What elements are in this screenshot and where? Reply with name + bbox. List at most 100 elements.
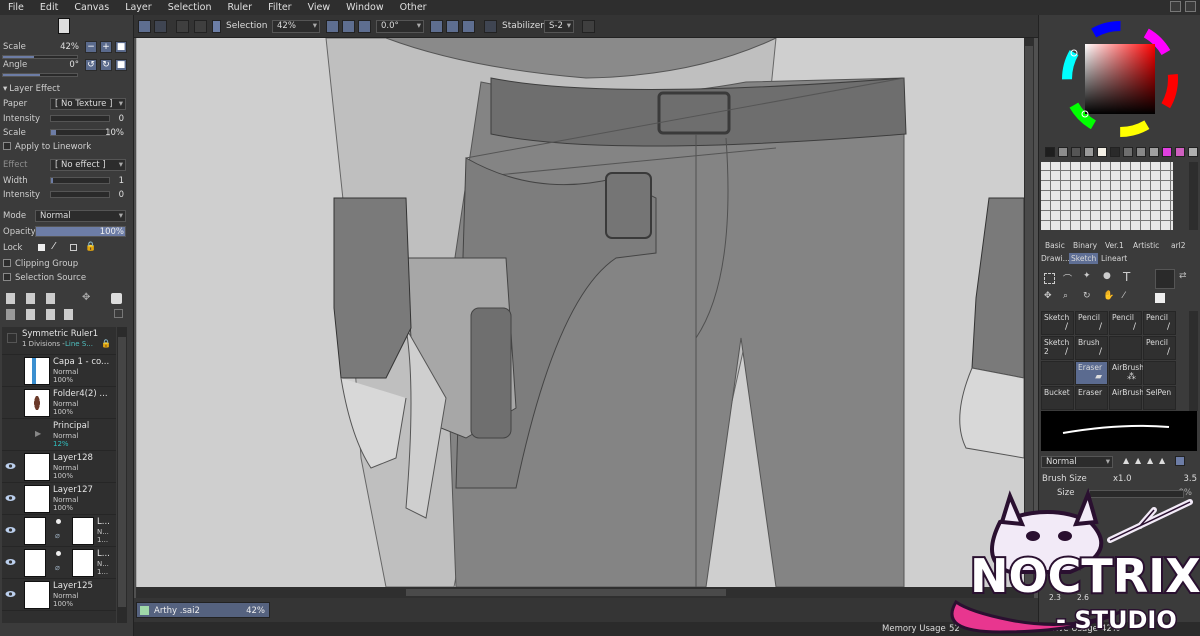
color-wheel[interactable] bbox=[1056, 17, 1184, 141]
rotate-left-icon[interactable] bbox=[430, 20, 443, 33]
palette-swatch[interactable] bbox=[1071, 147, 1081, 157]
new-linework-layer-icon[interactable] bbox=[26, 293, 35, 304]
layer-effect-icon[interactable]: ✥ bbox=[82, 292, 90, 303]
palette-swatch[interactable] bbox=[1084, 147, 1094, 157]
tab-lineart[interactable]: Lineart bbox=[1099, 253, 1129, 264]
menu-edit[interactable]: Edit bbox=[32, 0, 66, 15]
menu-other[interactable]: Other bbox=[392, 0, 435, 15]
shape-triangle-icon[interactable]: ▲ bbox=[1123, 456, 1129, 465]
palette-swatch[interactable] bbox=[1045, 147, 1055, 157]
rotate-right-icon[interactable] bbox=[446, 20, 459, 33]
copy-layer-icon[interactable] bbox=[6, 309, 15, 320]
rotation-select[interactable]: 0.0° bbox=[376, 20, 424, 33]
lock-transparency-icon[interactable] bbox=[38, 244, 45, 251]
layer-item[interactable]: Symmetric Ruler1 1 Divisions - Line S...… bbox=[2, 327, 116, 355]
brush-slot[interactable]: Sketch / bbox=[1041, 311, 1074, 335]
deselect-icon[interactable] bbox=[176, 20, 189, 33]
palette-swatch[interactable] bbox=[1097, 147, 1107, 157]
swatch-scrollbar[interactable] bbox=[1189, 162, 1198, 230]
palette-swatch[interactable] bbox=[1188, 147, 1198, 157]
secondary-color-swatch[interactable] bbox=[1155, 293, 1165, 303]
tab-drawing[interactable]: Drawi... bbox=[1039, 253, 1072, 264]
menu-canvas[interactable]: Canvas bbox=[66, 0, 117, 15]
palette-swatch[interactable] bbox=[1175, 147, 1185, 157]
paper-select[interactable]: [ No Texture ] bbox=[50, 98, 126, 110]
width-slider[interactable] bbox=[50, 177, 110, 184]
brush-slot[interactable]: Pencil / bbox=[1109, 311, 1142, 335]
shape-square-icon[interactable] bbox=[1175, 456, 1185, 466]
layer-item[interactable]: Layer128 Normal 100% bbox=[2, 451, 116, 483]
menu-file[interactable]: File bbox=[0, 0, 32, 15]
palette-swatch[interactable] bbox=[1149, 147, 1159, 157]
brush-grid-scrollbar[interactable] bbox=[1189, 311, 1198, 411]
tab-basic[interactable]: Basic bbox=[1043, 240, 1067, 251]
brush-slot[interactable] bbox=[1143, 361, 1176, 385]
brush-slot[interactable]: Eraser bbox=[1075, 386, 1108, 410]
selection-source-row[interactable]: Selection Source bbox=[0, 271, 134, 285]
new-folder-icon[interactable] bbox=[46, 293, 55, 304]
brush-slot[interactable]: Pencil / bbox=[1075, 311, 1108, 335]
mask-icon[interactable] bbox=[111, 293, 122, 304]
tab-sketch[interactable]: Sketch bbox=[1069, 253, 1099, 264]
layer-item[interactable]: ⌀ L... N... 1... bbox=[2, 547, 116, 579]
tab-binary[interactable]: Binary bbox=[1071, 240, 1099, 251]
transfer-icon[interactable] bbox=[114, 309, 123, 318]
rotate-ccw-button[interactable]: ↺ bbox=[85, 59, 97, 71]
palette-swatch[interactable] bbox=[1058, 147, 1068, 157]
brush-slot[interactable]: AirBrush bbox=[1109, 386, 1144, 410]
selection-eye-icon[interactable] bbox=[212, 20, 221, 33]
primary-color-swatch[interactable] bbox=[1155, 269, 1175, 289]
menu-selection[interactable]: Selection bbox=[160, 0, 220, 15]
folder-expand-icon[interactable]: ▶ bbox=[35, 429, 41, 438]
layer-item[interactable]: ▶ Principal Normal 12% bbox=[2, 419, 116, 451]
palette-swatch[interactable] bbox=[1136, 147, 1146, 157]
menu-window[interactable]: Window bbox=[338, 0, 391, 15]
tab-arl2[interactable]: arl2 bbox=[1169, 240, 1188, 251]
rotate-reset-button[interactable]: ■ bbox=[115, 59, 127, 71]
layer-item[interactable]: Folder4(2) ... Normal 100% bbox=[2, 387, 116, 419]
zoom-in-button[interactable]: + bbox=[100, 41, 112, 53]
layer-item[interactable]: ⌀ L... N... 1... bbox=[2, 515, 116, 547]
magic-wand-icon[interactable]: ✦ bbox=[1083, 271, 1091, 281]
brush-slot[interactable]: SelPen bbox=[1143, 386, 1176, 410]
apply-linework-checkbox[interactable] bbox=[3, 141, 11, 150]
zoom-reset-button[interactable]: ■ bbox=[115, 41, 127, 53]
rect-select-icon[interactable] bbox=[1044, 273, 1055, 284]
shape-flat-icon[interactable]: ▲ bbox=[1159, 456, 1165, 465]
brush-slot[interactable]: Eraser ▰ bbox=[1075, 361, 1108, 385]
brush-slot[interactable] bbox=[1041, 361, 1074, 385]
navigator-preview[interactable] bbox=[58, 18, 70, 34]
redo-icon[interactable] bbox=[154, 20, 167, 33]
effect-intensity-slider[interactable] bbox=[50, 191, 110, 198]
brush-blend-select[interactable]: Normal bbox=[1041, 456, 1113, 468]
lasso-icon[interactable]: ⌒ bbox=[1063, 272, 1072, 285]
layer-list-scrollbar[interactable] bbox=[117, 327, 127, 623]
layer-effect-header[interactable]: ▾ Layer Effect bbox=[0, 82, 134, 96]
invert-selection-icon[interactable] bbox=[194, 20, 207, 33]
tab-ver1[interactable]: Ver.1 bbox=[1103, 240, 1126, 251]
lock-brush-icon[interactable]: ⁄ bbox=[53, 241, 55, 252]
flip-horizontal-icon[interactable] bbox=[484, 20, 497, 33]
brush-slot[interactable]: Brush / bbox=[1075, 336, 1108, 360]
zoom-fit-icon[interactable] bbox=[358, 20, 371, 33]
clipping-row[interactable]: Clipping Group bbox=[0, 257, 134, 271]
blend-mode-select[interactable]: Normal bbox=[35, 210, 126, 222]
rotate-tool-icon[interactable]: ↻ bbox=[1083, 291, 1091, 301]
rotate-reset-icon[interactable] bbox=[462, 20, 475, 33]
menu-filter[interactable]: Filter bbox=[260, 0, 300, 15]
brush-slot[interactable]: AirBrush ⁂ bbox=[1109, 361, 1144, 385]
brush-slot[interactable]: Bucket bbox=[1041, 386, 1074, 410]
brush-slot[interactable]: Pencil / bbox=[1143, 336, 1176, 360]
intensity-slider[interactable] bbox=[50, 115, 110, 122]
document-tab[interactable]: Arthy .sai2 42% bbox=[136, 602, 270, 618]
palette-swatch[interactable] bbox=[1110, 147, 1120, 157]
new-layer-icon[interactable] bbox=[6, 293, 15, 304]
brush-slot[interactable]: Sketch 2/ bbox=[1041, 336, 1074, 360]
zoom-tool-icon[interactable]: ⌕ bbox=[1063, 291, 1068, 301]
menu-ruler[interactable]: Ruler bbox=[219, 0, 260, 15]
delete-layer-icon[interactable] bbox=[64, 309, 73, 320]
clear-layer-icon[interactable] bbox=[46, 309, 55, 320]
zoom-out-button[interactable]: − bbox=[85, 41, 97, 53]
stabilizer-select[interactable]: S-2 bbox=[544, 20, 574, 33]
layer-item[interactable]: Layer127 Normal 100% bbox=[2, 483, 116, 515]
